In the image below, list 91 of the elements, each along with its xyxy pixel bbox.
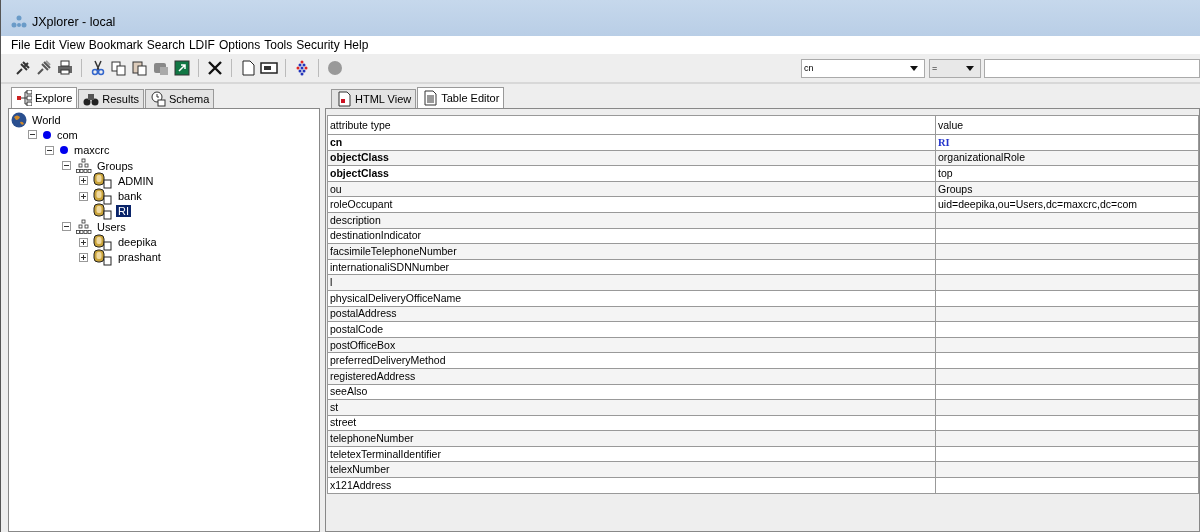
tab[interactable]: Table Editor (417, 87, 505, 108)
form-icon[interactable] (260, 59, 278, 77)
table-cell[interactable] (935, 290, 1199, 307)
tab[interactable]: HTML View (331, 89, 417, 108)
attribute-dropdown[interactable]: cn (801, 58, 925, 78)
table-cell[interactable]: seeAlso (327, 384, 936, 400)
menu-item[interactable]: Security (296, 38, 343, 52)
paste-icon[interactable] (131, 59, 149, 77)
dot-icon (59, 145, 69, 156)
menu-item[interactable]: File (11, 38, 34, 52)
table-cell[interactable]: objectClass (327, 165, 936, 182)
table-cell[interactable] (935, 384, 1199, 400)
tree-node[interactable]: maxcrc (72, 144, 112, 157)
table-cell[interactable]: street (327, 415, 936, 431)
copy-icon[interactable] (110, 59, 128, 77)
table-cell[interactable]: destinationIndicator (327, 228, 936, 244)
dot-icon (42, 129, 52, 140)
tab[interactable]: Explore (11, 87, 78, 108)
table-cell[interactable]: RI (935, 134, 1199, 151)
menu-item[interactable]: LDIF (188, 38, 218, 52)
table-cell[interactable] (935, 352, 1199, 369)
collapse-icon[interactable] (62, 161, 71, 171)
tab[interactable]: Results (78, 89, 144, 108)
org-chart-icon (76, 157, 92, 174)
tree-node[interactable]: Users (95, 220, 128, 233)
table-cell[interactable] (935, 259, 1199, 275)
tree-node[interactable]: World (30, 113, 63, 126)
column-header[interactable]: value (935, 115, 1199, 135)
person-icon (93, 202, 113, 220)
tree-node[interactable]: Groups (95, 159, 136, 172)
table-cell[interactable]: top (935, 165, 1199, 182)
table-cell[interactable] (935, 321, 1199, 338)
globe-icon (11, 111, 27, 128)
tree-icon (16, 90, 32, 106)
close-icon[interactable] (206, 59, 224, 77)
expand-icon[interactable] (79, 176, 88, 186)
window-icon[interactable] (173, 59, 191, 77)
menu-item[interactable]: Bookmark (88, 38, 146, 52)
person-icon (93, 187, 113, 205)
tree-node[interactable]: prashant (116, 251, 163, 264)
menu-item[interactable]: Edit (34, 38, 59, 52)
expand-icon[interactable] (79, 191, 88, 201)
app-icon (11, 15, 27, 29)
operator-dropdown[interactable]: = (929, 58, 981, 78)
printer-icon[interactable] (56, 59, 74, 77)
dropdown-arrow-icon (966, 65, 974, 71)
tree-node[interactable]: RI (116, 205, 131, 218)
expand-icon[interactable] (79, 252, 88, 262)
binoculars-icon (83, 91, 100, 107)
org-chart-icon (76, 218, 92, 235)
menu-item[interactable]: Help (343, 38, 372, 52)
collapse-icon[interactable] (62, 222, 71, 232)
table-cell[interactable]: cn (327, 134, 936, 151)
table-cell[interactable]: physicalDeliveryOfficeName (327, 290, 936, 307)
tree-node[interactable]: deepika (116, 236, 159, 248)
stop-icon[interactable] (326, 59, 344, 77)
plug-icon[interactable] (35, 59, 53, 77)
collapse-icon[interactable] (28, 130, 37, 140)
table-cell[interactable] (935, 446, 1199, 462)
window-title: JXplorer - local (32, 15, 116, 29)
collapse-icon[interactable] (45, 145, 54, 155)
table-cell[interactable]: uid=deepika,ou=Users,dc=maxcrc,dc=com (935, 196, 1199, 213)
column-header[interactable]: attribute type (327, 115, 936, 135)
table-cell[interactable] (935, 415, 1199, 431)
menu-item[interactable]: Options (218, 38, 264, 52)
person-icon (93, 248, 113, 266)
tree-node[interactable]: bank (116, 190, 144, 203)
document-icon (336, 91, 352, 107)
document-icon[interactable] (239, 59, 257, 77)
table-cell[interactable] (935, 228, 1199, 244)
menu-item[interactable]: Search (146, 38, 188, 52)
dropdown-arrow-icon (910, 65, 918, 71)
table-cell[interactable] (935, 477, 1199, 494)
search-field[interactable] (984, 58, 1200, 78)
table-cell[interactable]: preferredDeliveryMethod (327, 352, 936, 369)
tree-node[interactable]: com (55, 128, 80, 141)
person-icon (93, 233, 113, 251)
person-icon (93, 172, 113, 190)
menu-item[interactable]: View (59, 38, 88, 52)
scissors-icon[interactable] (89, 59, 107, 77)
tab[interactable]: Schema (145, 89, 215, 108)
table-cell[interactable]: roleOccupant (327, 196, 936, 213)
table-cell[interactable]: teletexTerminalIdentifier (327, 446, 936, 462)
table-cell[interactable]: postalCode (327, 321, 936, 338)
table-cell[interactable]: internationaliSDNNumber (327, 259, 936, 275)
tree-node[interactable]: ADMIN (116, 174, 156, 187)
document-icon (422, 90, 439, 106)
plug-icon[interactable] (14, 59, 32, 77)
table-cell[interactable]: x121Address (327, 477, 936, 494)
expand-icon[interactable] (79, 237, 88, 247)
menu-item[interactable]: Tools (264, 38, 296, 52)
